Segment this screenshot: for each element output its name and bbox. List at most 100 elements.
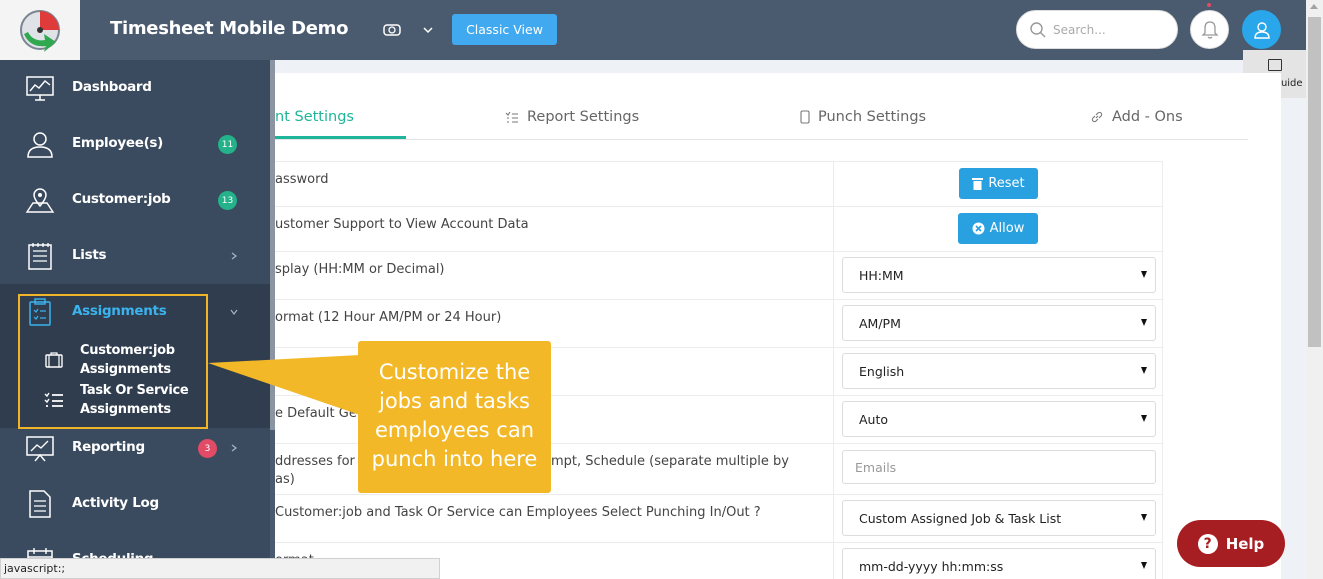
setting-label: ormat (12 Hour AM/PM or 24 Hour) <box>275 310 502 325</box>
setting-label: ustomer Support to View Account Data <box>275 217 529 232</box>
sidebar-item-assignments[interactable]: Assignments <box>0 284 273 340</box>
time-format-select[interactable]: AM/PM <box>842 305 1156 341</box>
sub-line2: Assignments <box>80 362 171 377</box>
dashboard-icon <box>26 76 54 101</box>
tab-label: Punch Settings <box>818 109 927 125</box>
callout-line: employees can <box>375 418 534 442</box>
search-input[interactable] <box>1053 22 1163 37</box>
sidebar-item-label: Lists <box>72 247 107 263</box>
tab-add-ons[interactable]: Add - Ons <box>1090 95 1183 139</box>
dropdown-arrow-icon <box>1141 367 1147 374</box>
setting-label-continued: mpt, Schedule (separate multiple by <box>551 454 789 469</box>
user-icon <box>1253 21 1270 39</box>
chevron-right-icon <box>231 252 237 260</box>
task-list-icon <box>44 392 63 407</box>
scroll-thumb[interactable] <box>1308 17 1321 347</box>
tour-callout: Customize the jobs and tasks employees c… <box>358 341 551 493</box>
sub-line1: Customer:job <box>80 343 175 358</box>
x-circle-icon <box>972 222 985 235</box>
trash-icon <box>972 178 984 190</box>
select-value: Custom Assigned Job & Task List <box>859 510 1062 526</box>
chevron-down-icon <box>230 309 238 315</box>
clipboard-icon <box>29 298 51 326</box>
dropdown-arrow-icon <box>1141 415 1147 422</box>
setting-label: assword <box>275 172 329 187</box>
tab-punch-settings[interactable]: Punch Settings <box>800 95 926 139</box>
phone-icon <box>800 110 810 124</box>
search-box[interactable] <box>1016 10 1178 49</box>
sub-line1: Task Or Service <box>80 383 189 398</box>
select-value: English <box>859 363 905 379</box>
emails-input[interactable] <box>842 450 1156 484</box>
sidebar-item-employees[interactable]: Employee(s) 11 <box>0 116 273 172</box>
settings-tabs: nt Settings Report Settings Punch Settin… <box>275 95 1248 140</box>
sidebar-item-customer-job[interactable]: Customer:job 13 <box>0 172 273 228</box>
tab-report-settings[interactable]: Report Settings <box>505 95 639 139</box>
employee-count-badge: 11 <box>218 135 237 154</box>
callout-line: jobs and tasks <box>379 389 530 413</box>
chevron-down-icon[interactable] <box>421 23 435 37</box>
sidebar-subitem-label: Task Or Service Assignments <box>80 381 189 419</box>
date-format-select[interactable]: mm-dd-yyyy hh:mm:ss <box>842 548 1156 579</box>
default-geo-select[interactable]: Auto <box>842 401 1156 437</box>
select-value: mm-dd-yyyy hh:mm:ss <box>859 558 1004 574</box>
select-value: HH:MM <box>859 267 904 283</box>
sidebar-item-label: Assignments <box>72 303 167 319</box>
callout-line: punch into here <box>371 447 538 471</box>
sidebar-item-label: Dashboard <box>72 79 152 95</box>
page-scrollbar[interactable] <box>1306 0 1323 579</box>
reset-button[interactable]: Reset <box>959 168 1038 199</box>
dropdown-arrow-icon <box>1141 319 1147 326</box>
customer-job-count-badge: 13 <box>218 191 237 210</box>
app-logo[interactable] <box>0 0 80 60</box>
currency-icon[interactable] <box>383 21 401 39</box>
sidebar-subitem-label: Customer:job Assignments <box>80 341 175 379</box>
notifications-button[interactable] <box>1190 10 1229 49</box>
sidebar: Dashboard Employee(s) 11 Customer:job 13… <box>0 60 273 579</box>
callout-line: Customize the <box>378 360 531 384</box>
tab-label: Add - Ons <box>1112 109 1183 125</box>
sidebar-item-label: Reporting <box>72 439 145 455</box>
bell-icon <box>1200 20 1219 39</box>
time-display-select[interactable]: HH:MM <box>842 257 1156 293</box>
callout-pointer <box>208 355 360 415</box>
app-title: Timesheet Mobile Demo <box>110 18 349 39</box>
scroll-up-arrow[interactable] <box>1310 4 1318 9</box>
list-icon <box>505 111 518 123</box>
setting-label: Customer:job and Task Or Service can Emp… <box>275 505 761 520</box>
allow-button[interactable]: Allow <box>958 213 1038 244</box>
chart-icon <box>26 436 54 462</box>
tab-label: Report Settings <box>527 109 640 125</box>
dropdown-arrow-icon <box>1141 271 1147 278</box>
tab-account-settings[interactable]: nt Settings <box>275 95 354 139</box>
reset-button-label: Reset <box>988 176 1025 191</box>
employees-icon <box>27 132 53 158</box>
setting-label: splay (HH:MM or Decimal) <box>275 262 445 277</box>
browser-status-bar: javascript:; <box>0 558 440 579</box>
table-border <box>1162 161 1163 579</box>
help-button[interactable]: ? Help <box>1177 520 1285 567</box>
active-tab-indicator <box>275 136 406 139</box>
classic-view-button[interactable]: Classic View <box>452 14 557 45</box>
help-label: Help <box>1225 534 1265 553</box>
sidebar-item-dashboard[interactable]: Dashboard <box>0 60 273 116</box>
sidebar-item-label: Activity Log <box>72 495 159 511</box>
search-icon <box>1030 21 1046 37</box>
sidebar-item-lists[interactable]: Lists <box>0 228 273 284</box>
language-select[interactable]: English <box>842 353 1156 389</box>
select-value: Auto <box>859 411 889 427</box>
allow-button-label: Allow <box>989 221 1025 236</box>
job-task-list-select[interactable]: Custom Assigned Job & Task List <box>842 500 1156 536</box>
monitor-icon <box>1268 59 1282 71</box>
notification-dot <box>1207 3 1211 7</box>
briefcase-icon <box>45 352 63 368</box>
document-icon <box>29 490 51 518</box>
map-pin-icon <box>25 188 55 213</box>
tab-label: nt Settings <box>275 109 354 125</box>
link-icon <box>1091 111 1103 123</box>
user-menu-button[interactable] <box>1242 10 1281 49</box>
sidebar-item-label: Customer:job <box>72 191 171 207</box>
setting-label: ddresses for <box>275 454 355 469</box>
logo-icon <box>20 10 60 52</box>
sidebar-item-activity-log[interactable]: Activity Log <box>0 476 273 532</box>
